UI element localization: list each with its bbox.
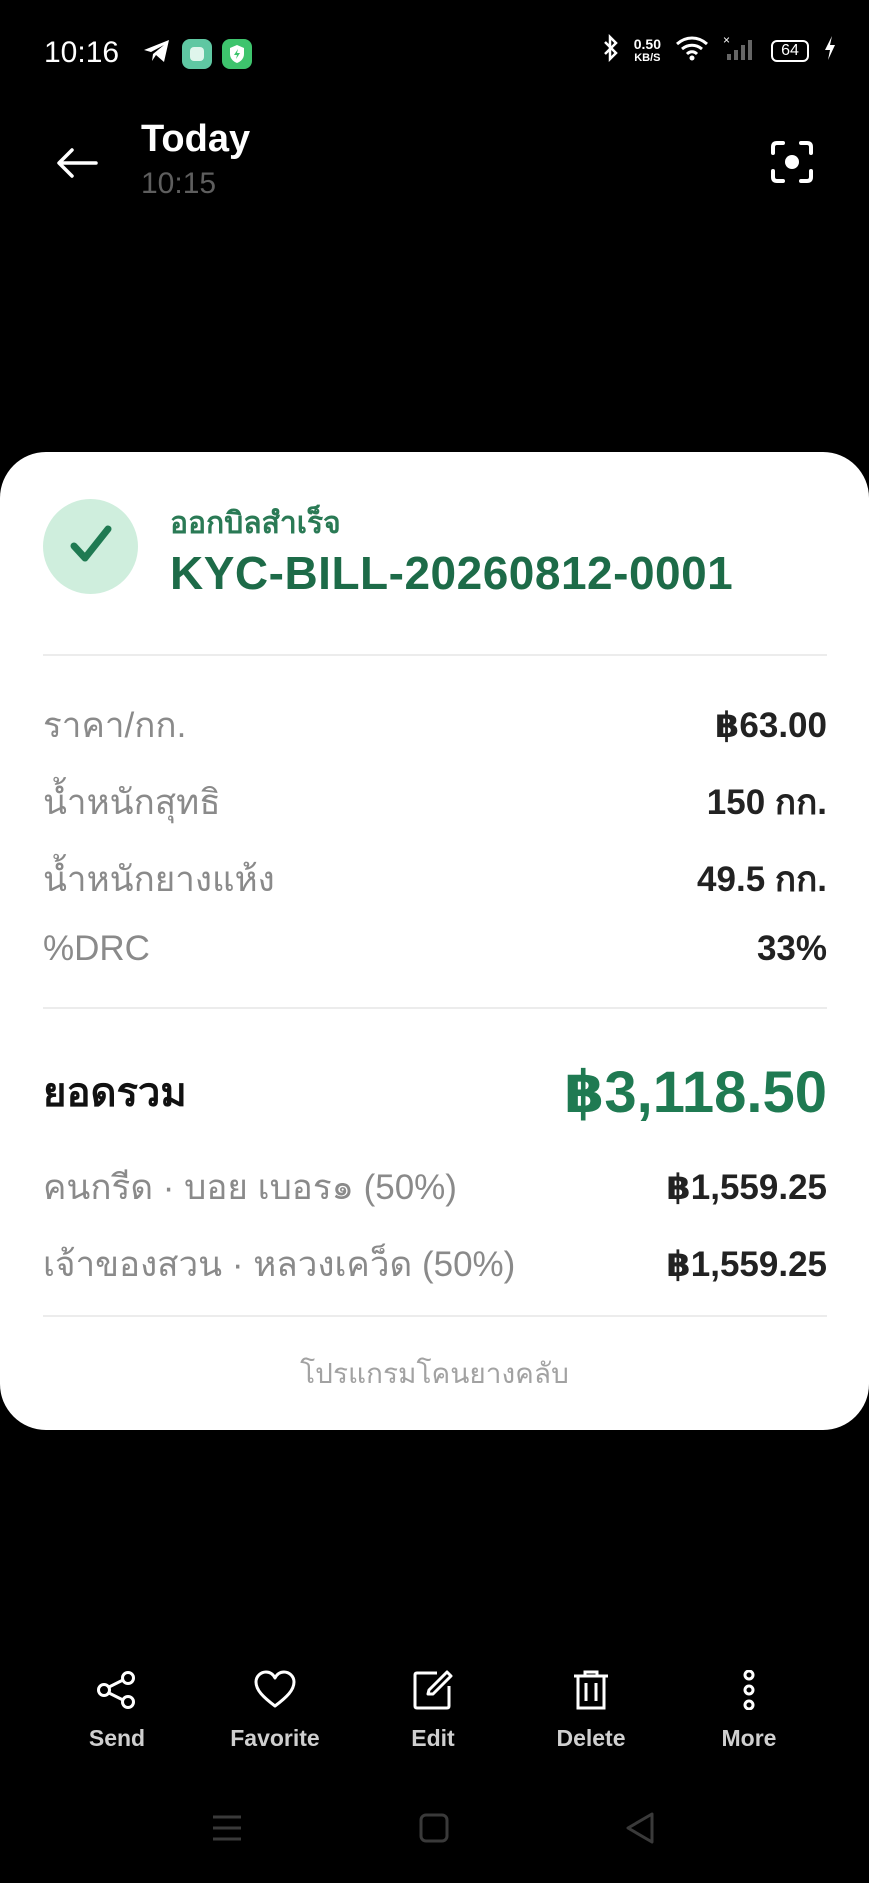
battery-indicator: 64 [771,39,809,62]
detail-label: ราคา/กก. [43,706,187,745]
status-time: 10:16 [44,36,120,69]
detail-row-net-weight: น้ำหนักสุทธิ 150 กก. [43,775,827,830]
split-row-owner: เจ้าของสวน · หลวงเคว็ด (50%) ฿1,559.25 [43,1237,827,1292]
detail-row-dry-weight: น้ำหนักยางแห้ง 49.5 กก. [43,852,827,907]
total-row: ยอดรวม ฿3,118.50 [43,1052,827,1132]
divider [43,654,827,656]
network-speed-value: 0.50 [633,35,661,52]
status-right: 0.50 KB/S × 64 [602,33,837,67]
scan-icon [769,139,815,190]
triangle-back-icon [624,1811,656,1850]
detail-row-price: ราคา/กก. ฿63.00 [43,698,827,753]
total-label: ยอดรวม [43,1071,187,1115]
check-icon [69,524,113,569]
arrow-left-icon [56,147,98,184]
total-amount: ฿3,118.50 [564,1060,827,1125]
notification-icons [142,38,252,69]
network-speed: 0.50 KB/S [634,37,661,65]
share-icon [95,1665,139,1715]
wifi-icon [675,35,709,66]
square-icon [418,1812,450,1849]
detail-label: น้ำหนักยางแห้ง [43,860,275,899]
detail-row-drc: %DRC 33% [43,929,827,969]
detail-label: %DRC [43,929,150,968]
bottom-toolbar: Send Favorite Edit Delete More [0,1665,869,1765]
system-navigation-bar [0,1800,869,1860]
edit-button[interactable]: Edit [354,1665,512,1765]
send-label: Send [88,1725,146,1751]
bill-id: KYC-BILL-20260812-0001 [170,547,734,599]
split-label: เจ้าของสวน · หลวงเคว็ด (50%) [43,1245,516,1284]
signal-icon: × [723,33,757,67]
card-footer: โปรแกรมโคนยางคลับ [300,1358,569,1389]
favorite-button[interactable]: Favorite [196,1665,354,1765]
detail-value: 150 กก. [706,783,827,822]
split-row-tapper: คนกรีด · บอย เบอร๑ (50%) ฿1,559.25 [43,1160,827,1215]
split-value: ฿1,559.25 [666,1167,827,1207]
charging-icon [823,35,837,66]
bill-card: ออกบิลสำเร็จ KYC-BILL-20260812-0001 ราคา… [0,452,869,1430]
network-speed-unit: KB/S [634,51,661,64]
edit-icon [411,1665,455,1715]
trash-icon [571,1665,611,1715]
more-vertical-icon [739,1665,759,1715]
detail-label: น้ำหนักสุทธิ [43,783,221,822]
page-title: Today [141,118,251,160]
back-button[interactable] [52,140,102,190]
edit-label: Edit [411,1725,455,1751]
svg-text:×: × [723,34,730,47]
home-button[interactable] [404,1800,464,1860]
divider [43,1315,827,1317]
detail-value: 49.5 กก. [697,860,827,899]
heart-icon [253,1665,297,1715]
divider [43,1007,827,1009]
telegram-icon [142,38,172,69]
success-badge [43,499,138,594]
detail-value: 33% [756,929,827,968]
split-label: คนกรีด · บอย เบอร๑ (50%) [43,1168,457,1207]
more-label: More [721,1725,777,1751]
favorite-label: Favorite [230,1725,320,1751]
bill-status: ออกบิลสำเร็จ [170,507,341,540]
menu-lines-icon [211,1814,243,1847]
recent-apps-button[interactable] [197,1800,257,1860]
bluetooth-icon [602,33,620,67]
detail-value: ฿63.00 [715,705,827,745]
shield-app-icon [222,38,252,69]
system-back-button[interactable] [610,1800,670,1860]
delete-label: Delete [556,1725,626,1751]
page-subtitle-time: 10:15 [141,167,217,200]
more-button[interactable]: More [670,1665,828,1765]
split-value: ฿1,559.25 [666,1244,827,1284]
app-icon [182,38,212,69]
status-bar: 10:16 0.50 KB/S × 64 [0,0,869,108]
delete-button[interactable]: Delete [512,1665,670,1765]
send-button[interactable]: Send [38,1665,196,1765]
lens-scan-button[interactable] [766,138,818,190]
